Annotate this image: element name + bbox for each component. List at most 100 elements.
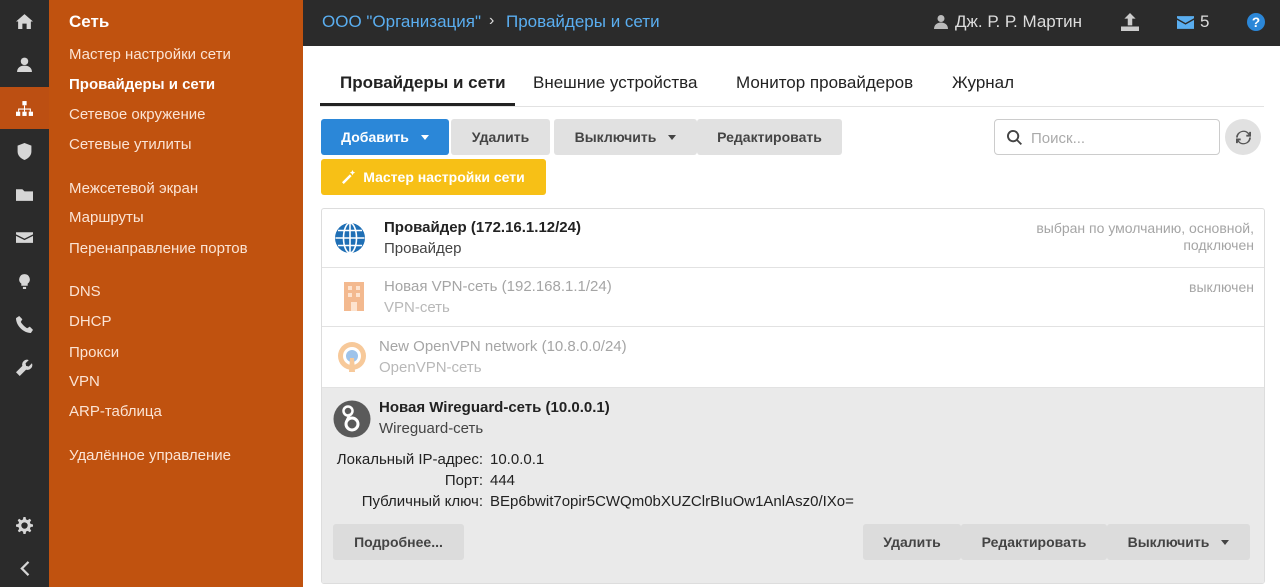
envelope-icon bbox=[16, 231, 33, 243]
nav-tools[interactable] bbox=[0, 347, 49, 387]
tab-external-devices[interactable]: Внешние устройства bbox=[533, 73, 697, 93]
globe-icon bbox=[335, 222, 365, 254]
disable-button-label: Выключить bbox=[574, 129, 657, 145]
breadcrumb-current-page[interactable]: Провайдеры и сети bbox=[506, 12, 660, 32]
tab-provider-monitor[interactable]: Монитор провайдеров bbox=[736, 73, 913, 93]
sidebar-item-routes[interactable]: Маршруты bbox=[69, 209, 144, 226]
help-button[interactable]: ? bbox=[1247, 13, 1265, 31]
upload-icon bbox=[1121, 13, 1139, 31]
wireguard-icon bbox=[333, 400, 371, 438]
sidebar-item-providers[interactable]: Провайдеры и сети bbox=[69, 76, 215, 93]
tab-log[interactable]: Журнал bbox=[952, 73, 1014, 93]
lightbulb-icon bbox=[19, 273, 30, 289]
network-type: VPN-сеть bbox=[384, 299, 450, 316]
nav-ideas[interactable] bbox=[0, 261, 49, 301]
edit-button[interactable]: Редактировать bbox=[697, 119, 842, 155]
caret-down-icon bbox=[668, 134, 677, 140]
magic-wand-icon bbox=[342, 170, 356, 184]
svg-text:?: ? bbox=[1252, 15, 1260, 30]
tab-providers[interactable]: Провайдеры и сети bbox=[340, 73, 506, 93]
sidebar-item-net-utilities[interactable]: Сетевые утилиты bbox=[69, 136, 192, 153]
user-icon bbox=[17, 57, 32, 72]
disable-button[interactable]: Выключить bbox=[554, 119, 697, 155]
search-input[interactable] bbox=[1031, 128, 1211, 148]
add-button[interactable]: Добавить bbox=[321, 119, 449, 155]
nav-network[interactable] bbox=[0, 87, 49, 129]
sidebar-item-neighbourhood[interactable]: Сетевое окружение bbox=[69, 106, 206, 123]
network-type: OpenVPN-сеть bbox=[379, 359, 482, 376]
network-status: выбран по умолчанию, основной, подключен bbox=[1036, 220, 1254, 254]
building-icon bbox=[344, 282, 364, 311]
folder-icon bbox=[16, 188, 33, 201]
caret-down-icon bbox=[1221, 539, 1230, 545]
sidebar-item-remote-access[interactable]: Удалённое управление bbox=[69, 447, 231, 464]
nav-users[interactable] bbox=[0, 44, 49, 84]
sidebar-item-proxy[interactable]: Прокси bbox=[69, 344, 119, 361]
delete-button[interactable]: Удалить bbox=[451, 119, 550, 155]
detail-ip-value: 10.0.0.1 bbox=[490, 451, 545, 468]
row-edit-button[interactable]: Редактировать bbox=[961, 524, 1107, 560]
sidebar: Сеть Мастер настройки сети Провайдеры и … bbox=[49, 0, 303, 587]
sidebar-item-vpn[interactable]: VPN bbox=[69, 373, 100, 390]
network-name: Новая Wireguard-сеть (10.0.0.1) bbox=[379, 399, 610, 416]
detail-ip-label: Локальный IP-адрес: bbox=[336, 451, 483, 468]
sidebar-item-port-forwarding[interactable]: Перенаправление портов bbox=[69, 240, 248, 257]
sidebar-title: Сеть bbox=[69, 12, 110, 31]
detail-key-value: BEp6bwit7opir5CWQm0bXUZClrBIuOw1AnlAsz0/… bbox=[490, 493, 854, 510]
list-item-wireguard[interactable]: Новая Wireguard-сеть (10.0.0.1) Wireguar… bbox=[322, 388, 1264, 583]
row-delete-button[interactable]: Удалить bbox=[863, 524, 961, 560]
upload-button[interactable] bbox=[1121, 13, 1139, 31]
openvpn-icon bbox=[338, 342, 366, 372]
messages-count: 5 bbox=[1200, 12, 1210, 31]
nav-files[interactable] bbox=[0, 174, 49, 214]
status-line: подключен bbox=[1183, 237, 1254, 253]
wrench-icon bbox=[16, 359, 33, 376]
sidebar-item-dns[interactable]: DNS bbox=[69, 283, 101, 300]
add-button-label: Добавить bbox=[341, 129, 409, 145]
nav-settings[interactable] bbox=[0, 505, 49, 545]
user-icon bbox=[934, 15, 948, 29]
detail-port-value: 444 bbox=[490, 472, 516, 489]
home-icon bbox=[16, 13, 33, 29]
more-details-button[interactable]: Подробнее... bbox=[333, 524, 464, 560]
list-item-provider[interactable]: Провайдер (172.16.1.12/24) Провайдер выб… bbox=[322, 209, 1264, 268]
user-name: Дж. Р. Р. Мартин bbox=[955, 12, 1083, 31]
help-icon: ? bbox=[1247, 13, 1265, 31]
list-item-vpn[interactable]: Новая VPN-сеть (192.168.1.1/24) VPN-сеть… bbox=[322, 268, 1264, 327]
nav-mail[interactable] bbox=[0, 217, 49, 257]
nav-telephony[interactable] bbox=[0, 304, 49, 344]
search-icon bbox=[1007, 130, 1022, 145]
caret-down-icon bbox=[420, 134, 429, 140]
chevron-left-icon bbox=[20, 560, 30, 576]
refresh-button[interactable] bbox=[1225, 119, 1261, 155]
row-disable-button[interactable]: Выключить bbox=[1107, 524, 1250, 560]
phone-icon bbox=[16, 315, 33, 333]
shield-icon bbox=[17, 142, 32, 160]
network-wizard-button[interactable]: Мастер настройки сети bbox=[321, 159, 546, 195]
nav-security[interactable] bbox=[0, 131, 49, 171]
row-disable-label: Выключить bbox=[1127, 534, 1210, 550]
tabs-divider bbox=[320, 106, 1264, 107]
status-line: выбран по умолчанию, основной, bbox=[1036, 220, 1254, 236]
nav-collapse[interactable] bbox=[0, 548, 49, 588]
nav-home[interactable] bbox=[0, 1, 49, 41]
network-type: Wireguard-сеть bbox=[379, 420, 484, 437]
sidebar-item-firewall[interactable]: Межсетевой экран bbox=[69, 180, 198, 197]
gear-icon bbox=[16, 516, 33, 534]
detail-port-label: Порт: bbox=[444, 472, 483, 489]
list-item-openvpn[interactable]: New OpenVPN network (10.8.0.0/24) OpenVP… bbox=[322, 327, 1264, 388]
icon-navbar bbox=[0, 0, 49, 587]
sidebar-item-dhcp[interactable]: DHCP bbox=[69, 313, 112, 330]
detail-key-label: Публичный ключ: bbox=[361, 493, 483, 510]
breadcrumb-organization[interactable]: ООО "Организация" bbox=[322, 12, 481, 32]
sidebar-item-arp[interactable]: ARP-таблица bbox=[69, 403, 162, 420]
networks-list: Провайдер (172.16.1.12/24) Провайдер выб… bbox=[321, 208, 1265, 584]
network-name: Провайдер (172.16.1.12/24) bbox=[384, 219, 581, 236]
messages-button[interactable]: 5 bbox=[1177, 12, 1209, 32]
sidebar-item-network-wizard[interactable]: Мастер настройки сети bbox=[69, 46, 231, 63]
network-name: Новая VPN-сеть (192.168.1.1/24) bbox=[384, 278, 612, 295]
network-wizard-label: Мастер настройки сети bbox=[363, 169, 525, 185]
sitemap-icon bbox=[16, 100, 33, 116]
top-bar: ООО "Организация" › Провайдеры и сети Дж… bbox=[303, 0, 1280, 46]
user-menu[interactable]: Дж. Р. Р. Мартин bbox=[933, 12, 1082, 32]
